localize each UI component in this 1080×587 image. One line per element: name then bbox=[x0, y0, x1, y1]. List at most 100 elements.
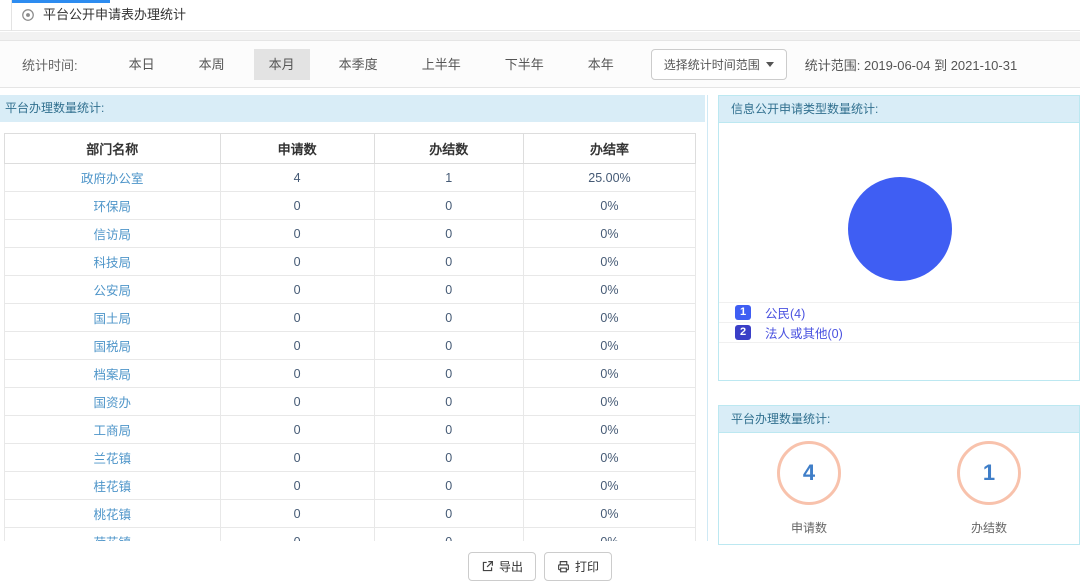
table-row: 信访局 0 0 0% bbox=[5, 220, 696, 248]
legend-spacer bbox=[719, 343, 1079, 359]
footer-actions: 导出 打印 bbox=[0, 552, 1080, 581]
table-row: 桂花镇 0 0 0% bbox=[5, 472, 696, 500]
print-button-label: 打印 bbox=[575, 558, 599, 575]
print-button[interactable]: 打印 bbox=[544, 552, 612, 581]
pie-chart bbox=[848, 177, 952, 281]
apply-count-cell: 0 bbox=[220, 332, 374, 360]
apply-count-cell: 0 bbox=[220, 360, 374, 388]
table-header-cell: 部门名称 bbox=[5, 134, 221, 164]
time-filter-option[interactable]: 上半年 bbox=[407, 49, 476, 80]
eye-icon bbox=[21, 8, 35, 22]
department-link[interactable]: 公安局 bbox=[94, 284, 132, 298]
table-row: 国土局 0 0 0% bbox=[5, 304, 696, 332]
department-link[interactable]: 国税局 bbox=[94, 340, 132, 354]
table-row: 国资办 0 0 0% bbox=[5, 388, 696, 416]
divider bbox=[707, 95, 708, 541]
department-link[interactable]: 桂花镇 bbox=[94, 480, 132, 494]
table-row: 荷花镇 0 0 0% bbox=[5, 528, 696, 542]
spacer-band bbox=[0, 32, 1080, 40]
done-count-cell: 0 bbox=[374, 192, 523, 220]
apply-count-cell: 0 bbox=[220, 276, 374, 304]
apply-count-cell: 0 bbox=[220, 472, 374, 500]
apply-count-cell: 0 bbox=[220, 220, 374, 248]
department-link[interactable]: 兰花镇 bbox=[94, 452, 132, 466]
stat-value: 1 bbox=[983, 460, 995, 486]
time-filter-toolbar: 统计时间: 本日本周本月本季度上半年下半年本年 选择统计时间范围 统计范围: 2… bbox=[0, 40, 1080, 88]
legend-index-badge: 2 bbox=[735, 325, 751, 340]
time-filter-option[interactable]: 本季度 bbox=[324, 49, 393, 80]
done-count-cell: 0 bbox=[374, 416, 523, 444]
apply-count-cell: 0 bbox=[220, 248, 374, 276]
statistic-range-text: 统计范围: 2019-06-04 到 2021-10-31 bbox=[805, 55, 1017, 74]
table-header-cell: 办结数 bbox=[374, 134, 523, 164]
table-row: 科技局 0 0 0% bbox=[5, 248, 696, 276]
apply-count-cell: 4 bbox=[220, 164, 374, 192]
department-link[interactable]: 国土局 bbox=[94, 312, 132, 326]
department-stats-table-wrap: 部门名称申请数办结数办结率 政府办公室 4 1 25.00% 环保局 0 0 0… bbox=[4, 133, 696, 541]
time-filter-group: 本日本周本月本季度上半年下半年本年 bbox=[114, 54, 643, 74]
select-time-range-label: 选择统计时间范围 bbox=[664, 56, 760, 73]
done-rate-cell: 0% bbox=[523, 248, 695, 276]
export-button[interactable]: 导出 bbox=[468, 552, 536, 581]
time-filter-option[interactable]: 本日 bbox=[114, 49, 170, 80]
time-filter-label: 统计时间: bbox=[22, 55, 78, 74]
apply-count-cell: 0 bbox=[220, 528, 374, 542]
department-link[interactable]: 科技局 bbox=[94, 256, 132, 270]
department-link[interactable]: 环保局 bbox=[94, 200, 132, 214]
done-rate-cell: 0% bbox=[523, 360, 695, 388]
apply-count-cell: 0 bbox=[220, 444, 374, 472]
left-panel-title: 平台办理数量统计: bbox=[0, 95, 705, 122]
table-row: 环保局 0 0 0% bbox=[5, 192, 696, 220]
done-count-cell: 0 bbox=[374, 528, 523, 542]
legend-item[interactable]: 1 公民(4) bbox=[719, 303, 1079, 323]
done-rate-cell: 0% bbox=[523, 192, 695, 220]
time-filter-option[interactable]: 本年 bbox=[573, 49, 629, 80]
chevron-down-icon bbox=[766, 62, 774, 67]
done-count-cell: 0 bbox=[374, 500, 523, 528]
done-rate-cell: 0% bbox=[523, 332, 695, 360]
done-count-cell: 0 bbox=[374, 220, 523, 248]
table-row: 档案局 0 0 0% bbox=[5, 360, 696, 388]
department-link[interactable]: 政府办公室 bbox=[81, 172, 144, 186]
legend-item[interactable]: 2 法人或其他(0) bbox=[719, 323, 1079, 343]
done-rate-cell: 0% bbox=[523, 276, 695, 304]
department-link[interactable]: 工商局 bbox=[94, 424, 132, 438]
table-row: 工商局 0 0 0% bbox=[5, 416, 696, 444]
divider bbox=[11, 0, 12, 31]
time-filter-option[interactable]: 下半年 bbox=[490, 49, 559, 80]
department-link[interactable]: 荷花镇 bbox=[94, 536, 132, 541]
done-rate-cell: 0% bbox=[523, 472, 695, 500]
department-link[interactable]: 信访局 bbox=[94, 228, 132, 242]
legend-index-badge: 1 bbox=[735, 305, 751, 320]
legend-label: 公民(4) bbox=[765, 303, 805, 322]
stat-label: 办结数 bbox=[929, 519, 1049, 536]
apply-count-cell: 0 bbox=[220, 192, 374, 220]
done-rate-cell: 0% bbox=[523, 220, 695, 248]
print-icon bbox=[557, 560, 570, 573]
department-link[interactable]: 桃花镇 bbox=[94, 508, 132, 522]
done-count-cell: 0 bbox=[374, 360, 523, 388]
done-rate-cell: 0% bbox=[523, 388, 695, 416]
done-rate-cell: 0% bbox=[523, 444, 695, 472]
pie-legend: 1 公民(4) 2 法人或其他(0) bbox=[719, 302, 1079, 359]
select-time-range-button[interactable]: 选择统计时间范围 bbox=[651, 49, 787, 80]
department-link[interactable]: 档案局 bbox=[94, 368, 132, 382]
done-count-cell: 0 bbox=[374, 444, 523, 472]
legend-label: 法人或其他(0) bbox=[765, 323, 843, 342]
done-count-cell: 1 bbox=[374, 164, 523, 192]
done-rate-cell: 0% bbox=[523, 500, 695, 528]
export-icon bbox=[481, 560, 494, 573]
export-button-label: 导出 bbox=[499, 558, 523, 575]
time-filter-option[interactable]: 本周 bbox=[184, 49, 240, 80]
table-header-cell: 申请数 bbox=[220, 134, 374, 164]
done-rate-cell: 0% bbox=[523, 304, 695, 332]
done-count-cell: 0 bbox=[374, 388, 523, 416]
table-row: 公安局 0 0 0% bbox=[5, 276, 696, 304]
table-header-cell: 办结率 bbox=[523, 134, 695, 164]
time-filter-option[interactable]: 本月 bbox=[254, 49, 310, 80]
stat-circle: 4 bbox=[777, 441, 841, 505]
apply-count-cell: 0 bbox=[220, 304, 374, 332]
department-link[interactable]: 国资办 bbox=[94, 396, 132, 410]
table-row: 国税局 0 0 0% bbox=[5, 332, 696, 360]
done-count-cell: 0 bbox=[374, 472, 523, 500]
